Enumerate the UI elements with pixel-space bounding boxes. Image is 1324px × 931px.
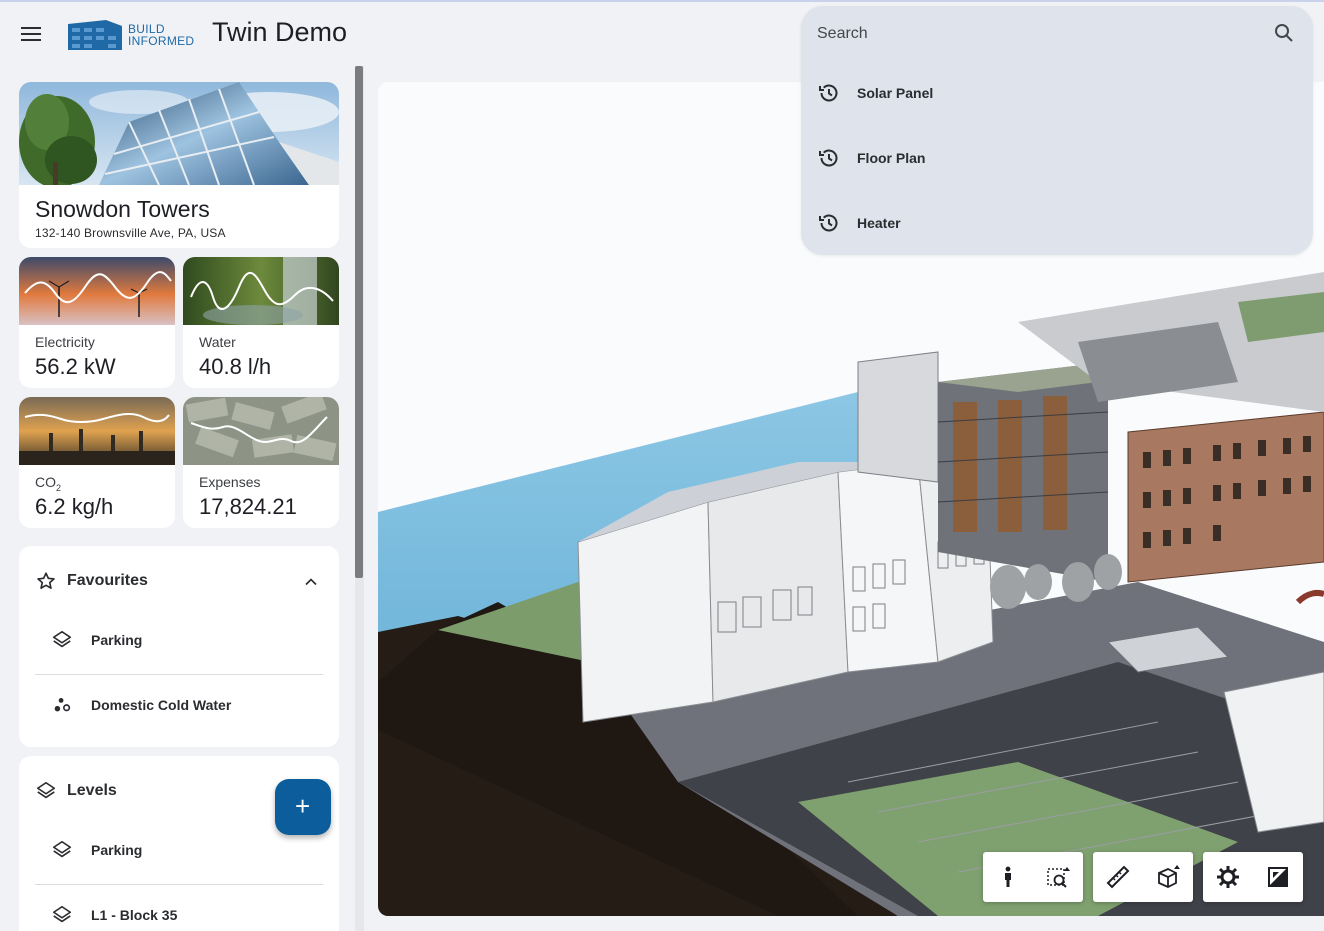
expenses-label: Expenses: [199, 474, 261, 490]
levels-title: Levels: [67, 782, 117, 799]
star-icon: [37, 572, 55, 589]
tools-toolbar: [1093, 852, 1193, 902]
chevron-up-icon[interactable]: [301, 572, 321, 592]
co2-value: 6.2 kg/h: [35, 494, 114, 519]
favourites-panel: Favourites Parking Domestic Cold Water: [19, 546, 339, 747]
walk-mode-button[interactable]: [983, 852, 1033, 902]
section-cube-icon: [1158, 865, 1180, 888]
menu-button[interactable]: [14, 19, 48, 49]
electricity-value: 56.2 kW: [35, 354, 116, 379]
building-card[interactable]: Snowdon Towers 132-140 Brownsville Ave, …: [19, 82, 339, 248]
water-image: [183, 257, 339, 325]
water-card[interactable]: Water 40.8 l/h: [183, 257, 339, 388]
search-icon[interactable]: [1272, 21, 1296, 45]
electricity-label: Electricity: [35, 334, 95, 350]
search-history-label: Heater: [857, 215, 901, 231]
menu-icon: [21, 27, 41, 29]
scatter-icon: [54, 698, 71, 712]
building-photo: [19, 82, 339, 185]
favourites-title: Favourites: [67, 572, 148, 589]
favourite-item-label: Domestic Cold Water: [91, 697, 232, 713]
co2-label: CO2: [35, 474, 61, 493]
co2-label-text: CO: [35, 474, 56, 490]
ruler-icon: [1106, 865, 1130, 889]
logo-mark-icon: [68, 20, 122, 50]
water-label: Water: [199, 334, 236, 350]
plus-icon: +: [295, 791, 311, 821]
add-fab-button[interactable]: +: [275, 779, 331, 835]
water-value: 40.8 l/h: [199, 354, 272, 379]
level-item-l1-block-35[interactable]: L1 - Block 35: [35, 883, 323, 931]
layers-icon: [52, 905, 72, 923]
app-title: Twin Demo: [212, 17, 348, 47]
fullscreen-button[interactable]: [1253, 852, 1303, 902]
expenses-value: 17,824.21: [199, 494, 297, 519]
search-history-item-heater[interactable]: Heater: [801, 197, 1313, 249]
menu-icon-bar: [21, 39, 41, 41]
favourites-header[interactable]: Favourites: [19, 546, 339, 616]
level-item-label: Parking: [91, 842, 143, 858]
section-box-button[interactable]: [1143, 852, 1193, 902]
layers-icon: [52, 840, 72, 858]
zoom-window-icon: [1047, 867, 1070, 888]
favourite-item-domestic-cold-water[interactable]: Domestic Cold Water: [35, 673, 323, 737]
expenses-image: [183, 397, 339, 465]
history-icon: [819, 149, 838, 167]
electricity-card[interactable]: Electricity 56.2 kW: [19, 257, 175, 388]
navigation-toolbar: [983, 852, 1083, 902]
gear-icon: [1217, 866, 1239, 888]
zoom-window-button[interactable]: [1033, 852, 1083, 902]
person-walk-icon: [1005, 866, 1011, 887]
search-history-label: Solar Panel: [857, 85, 934, 101]
favourite-item-parking[interactable]: Parking: [35, 608, 323, 672]
history-icon: [819, 84, 838, 102]
co2-image: [19, 397, 175, 465]
layers-icon: [52, 630, 72, 648]
search-input[interactable]: [817, 20, 1257, 48]
building-address: 132-140 Brownsville Ave, PA, USA: [35, 226, 226, 240]
search-history-label: Floor Plan: [857, 150, 926, 166]
electricity-image: [19, 257, 175, 325]
fullscreen-icon: [1268, 867, 1288, 887]
history-icon: [819, 214, 838, 232]
building-name: Snowdon Towers: [35, 196, 210, 222]
expenses-card[interactable]: Expenses 17,824.21: [183, 397, 339, 528]
favourite-item-label: Parking: [91, 632, 143, 648]
measure-button[interactable]: [1093, 852, 1143, 902]
search-history-item-floor-plan[interactable]: Floor Plan: [801, 132, 1313, 184]
settings-button[interactable]: [1203, 852, 1253, 902]
settings-toolbar: [1203, 852, 1303, 902]
logo-text-line2: INFORMED: [128, 34, 195, 48]
co2-card[interactable]: CO2 6.2 kg/h: [19, 397, 175, 528]
sidebar-scrollbar-thumb[interactable]: [355, 66, 363, 578]
co2-label-subscript: 2: [56, 482, 62, 493]
logo-text: BUILD INFORMED: [128, 23, 194, 47]
search-panel: Solar Panel Floor Plan Heater: [801, 6, 1313, 255]
layers-icon: [36, 781, 56, 799]
build-informed-logo: BUILD INFORMED: [66, 16, 198, 52]
search-history-item-solar-panel[interactable]: Solar Panel: [801, 67, 1313, 119]
menu-icon-bar: [21, 33, 41, 35]
level-item-label: L1 - Block 35: [91, 907, 178, 923]
